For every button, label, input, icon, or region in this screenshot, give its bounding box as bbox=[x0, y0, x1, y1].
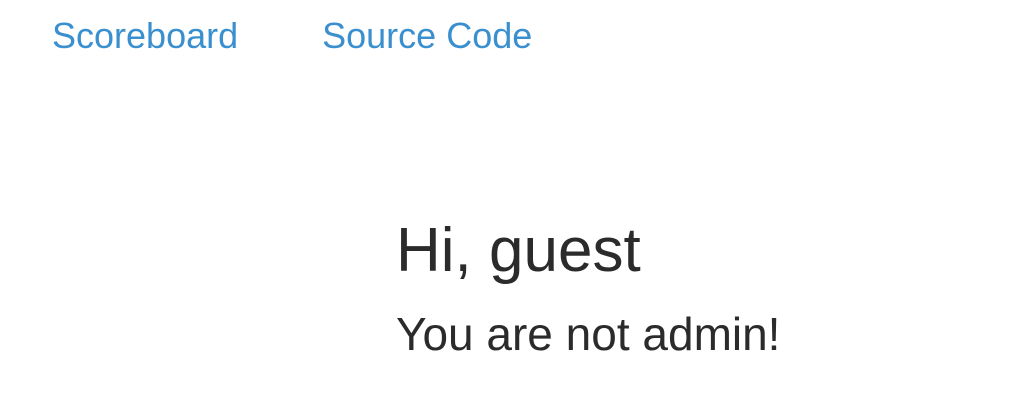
nav-link-scoreboard[interactable]: Scoreboard bbox=[52, 14, 238, 58]
status-message: You are not admin! bbox=[396, 308, 781, 360]
nav-link-source-code[interactable]: Source Code bbox=[322, 14, 532, 58]
greeting-heading: Hi, guest bbox=[396, 216, 641, 285]
page: Scoreboard Source Code Hi, guest You are… bbox=[0, 0, 1024, 402]
top-nav: Scoreboard Source Code bbox=[52, 14, 532, 58]
main-content: Hi, guest You are not admin! bbox=[396, 214, 780, 362]
